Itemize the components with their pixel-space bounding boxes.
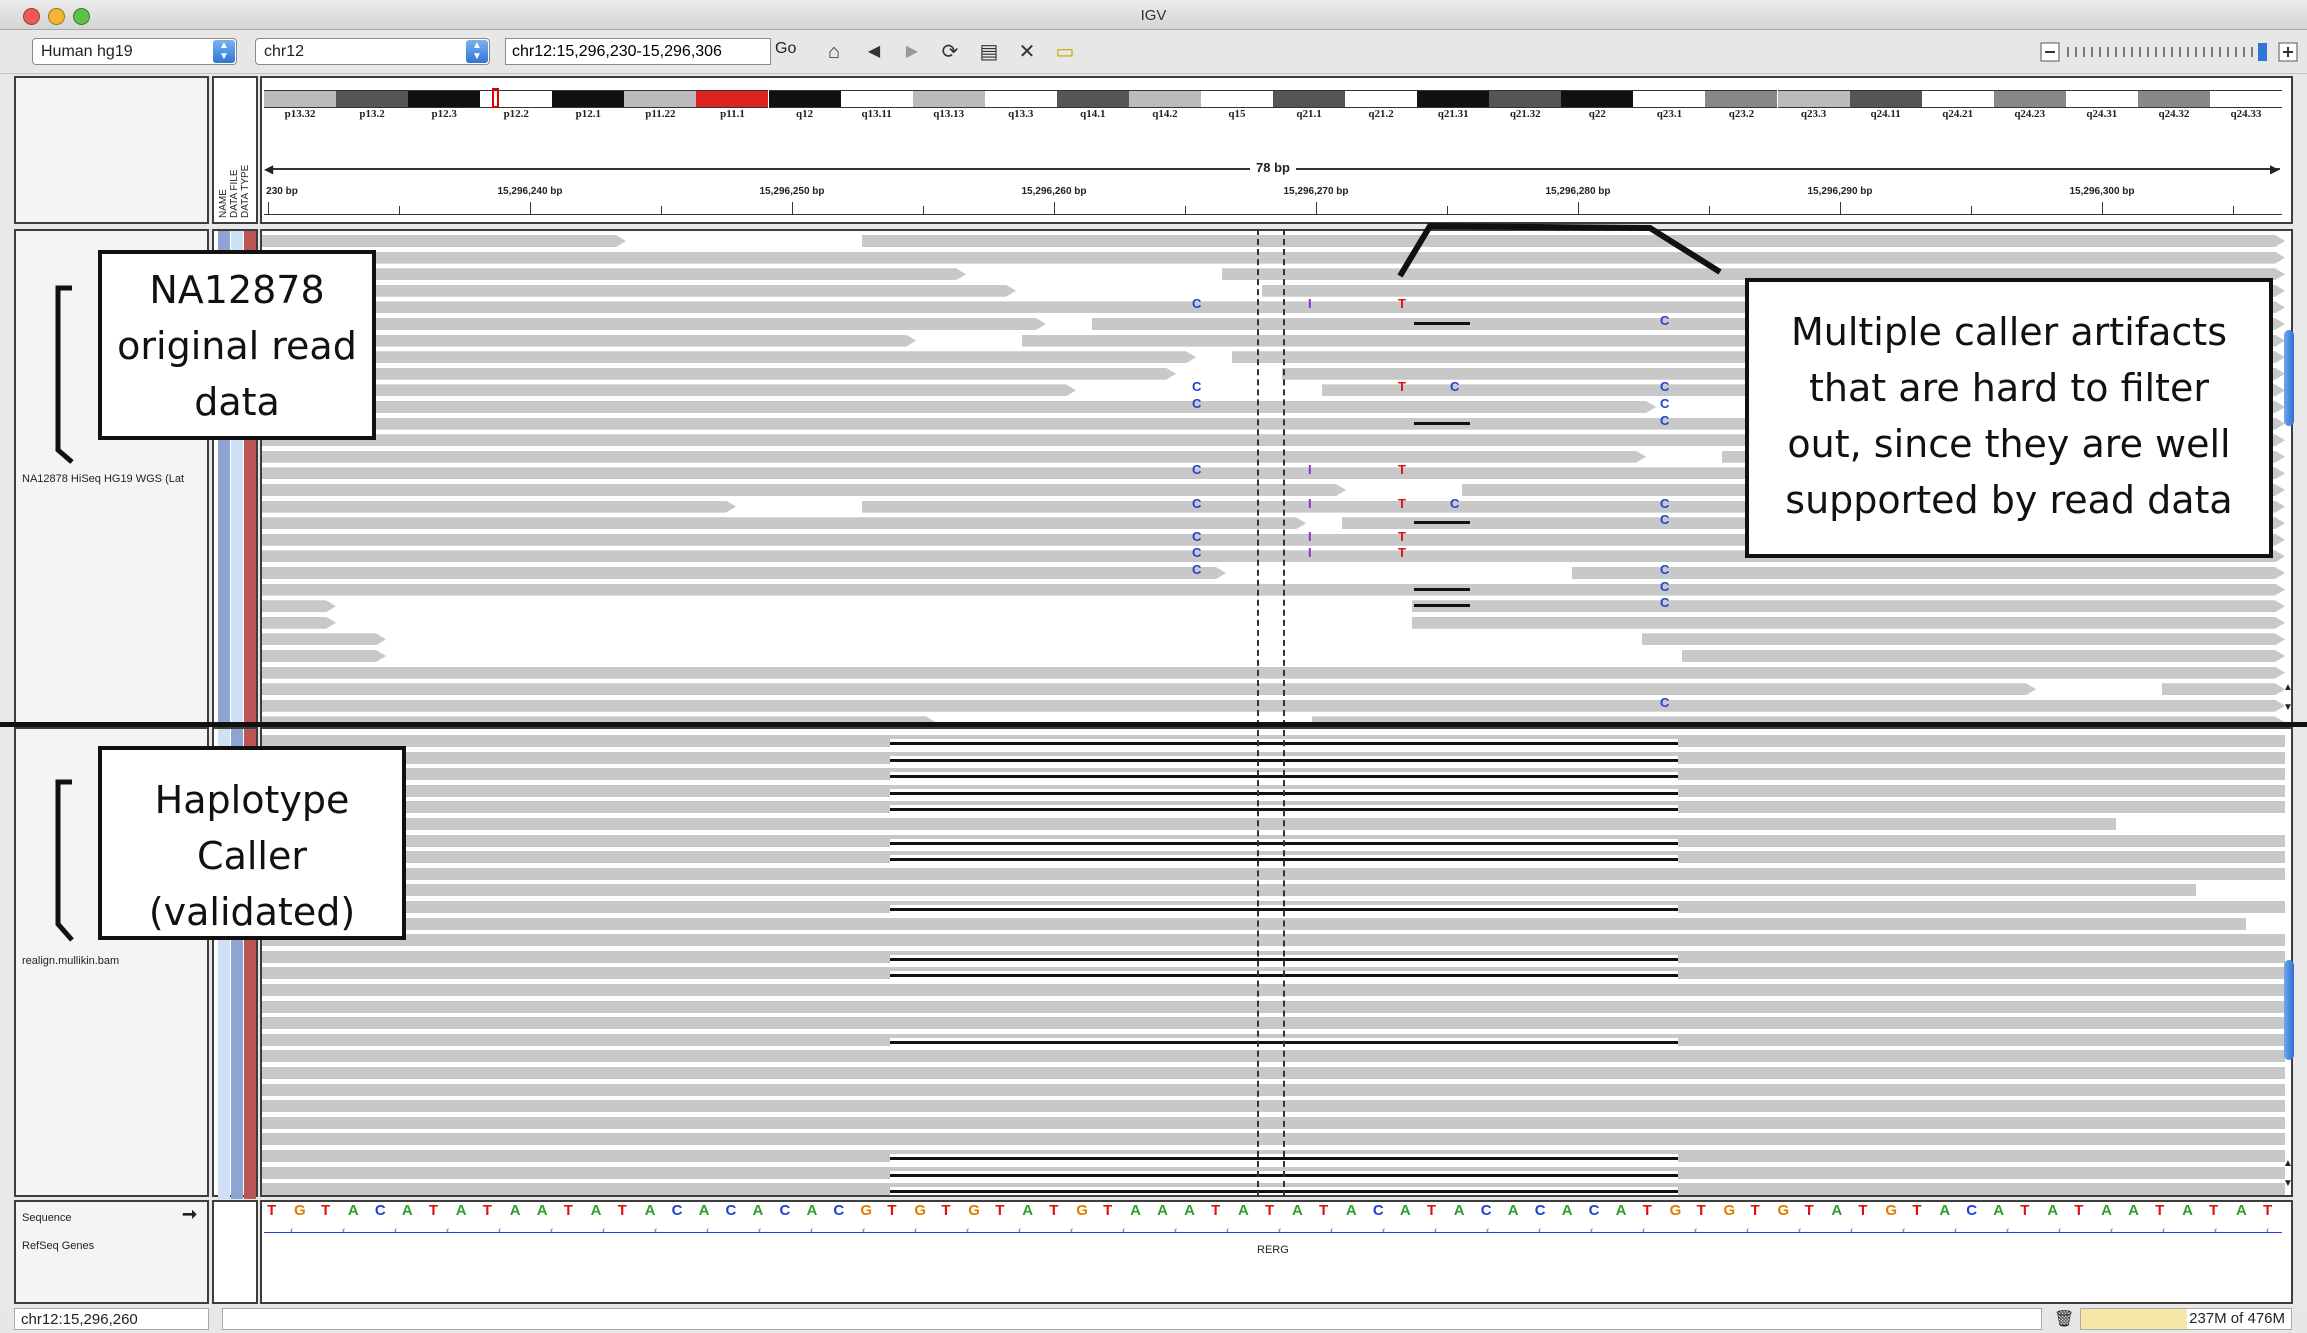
annotation-haplotype-caller: Haplotype Caller (validated) — [98, 746, 406, 940]
annotation-na12878: NA12878 original read data — [98, 250, 376, 440]
current-region-marker[interactable] — [492, 88, 499, 108]
annotation-brackets — [55, 222, 1722, 942]
annotation-caller-artifacts: Multiple caller artifacts that are hard … — [1745, 278, 2273, 558]
